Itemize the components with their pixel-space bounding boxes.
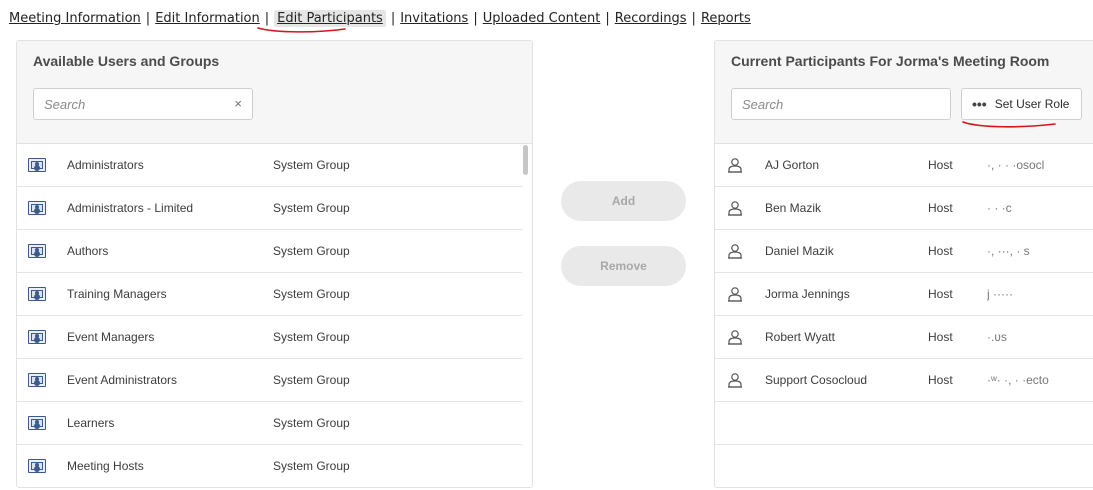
nav-separator: |	[473, 10, 478, 26]
participant-email: ·, · · ·osocl	[987, 158, 1045, 172]
group-type: System Group	[273, 330, 350, 344]
list-item[interactable]: Learners System Group	[17, 402, 522, 445]
participant-role: Host	[928, 244, 953, 258]
nav-separator: |	[145, 10, 151, 26]
available-users-panel: Available Users and Groups × Administrat…	[16, 40, 533, 488]
group-name: Learners	[67, 416, 115, 430]
participant-name: AJ Gorton	[765, 158, 820, 172]
user-icon	[728, 287, 742, 302]
user-icon	[728, 244, 742, 259]
group-type: System Group	[273, 158, 350, 172]
nav-reports[interactable]: Reports	[701, 11, 751, 26]
list-item[interactable]: Event Administrators System Group	[17, 359, 522, 402]
table-row[interactable]: Robert Wyatt Host ·.ʋs	[715, 316, 1093, 359]
available-panel-title: Available Users and Groups	[33, 53, 220, 69]
current-panel-header: Current Participants For Jorma's Meeting…	[715, 41, 1093, 144]
more-dots-icon: •••	[972, 96, 987, 112]
participant-role: Host	[928, 373, 953, 387]
nav-separator: |	[605, 10, 610, 26]
available-search-input[interactable]	[34, 89, 252, 119]
participant-role: Host	[928, 330, 953, 344]
top-nav: Meeting Information | Edit Information |…	[9, 8, 751, 28]
nav-invitations[interactable]: Invitations	[400, 11, 468, 26]
current-participants-panel: Current Participants For Jorma's Meeting…	[714, 40, 1093, 488]
current-participants-list: AJ Gorton Host ·, · · ·osocl Ben Mazik H…	[715, 144, 1093, 445]
group-icon	[28, 244, 46, 258]
group-name: Training Managers	[67, 287, 167, 301]
participant-name: Daniel Mazik	[765, 244, 834, 258]
table-row[interactable]: Daniel Mazik Host ·, ···, · s	[715, 230, 1093, 273]
user-icon	[728, 330, 742, 345]
nav-uploaded-content[interactable]: Uploaded Content	[483, 11, 601, 26]
nav-edit-information[interactable]: Edit Information	[155, 11, 260, 26]
nav-separator: |	[390, 10, 396, 26]
participant-email: · · ·c	[987, 201, 1012, 215]
current-search-input[interactable]	[732, 89, 950, 119]
table-row[interactable]: Ben Mazik Host · · ·c	[715, 187, 1093, 230]
available-search-box: ×	[33, 88, 253, 120]
group-icon	[28, 416, 46, 430]
group-type: System Group	[273, 244, 350, 258]
group-type: System Group	[273, 287, 350, 301]
nav-recordings[interactable]: Recordings	[615, 11, 687, 26]
group-name: Event Administrators	[67, 373, 178, 387]
list-item[interactable]: Administrators - Limited System Group	[17, 187, 522, 230]
add-button[interactable]: Add	[561, 181, 686, 221]
nav-separator: |	[264, 10, 270, 26]
group-type: System Group	[273, 416, 350, 430]
group-icon	[28, 330, 46, 344]
table-row[interactable]: Support Cosocloud Host ·ʷ· ·, · ·ecto	[715, 359, 1093, 402]
group-name: Administrators - Limited	[67, 201, 194, 215]
table-row[interactable]: Jorma Jennings Host j ·····	[715, 273, 1093, 316]
remove-button[interactable]: Remove	[561, 246, 686, 286]
current-panel-title: Current Participants For Jorma's Meeting…	[731, 53, 1050, 69]
table-row[interactable]: AJ Gorton Host ·, · · ·osocl	[715, 144, 1093, 187]
participant-role: Host	[928, 201, 953, 215]
available-panel-header: Available Users and Groups ×	[17, 41, 532, 144]
set-user-role-label: Set User Role	[994, 97, 1070, 111]
group-icon	[28, 287, 46, 301]
group-icon	[28, 373, 46, 387]
participant-name: Support Cosocloud	[765, 373, 868, 387]
user-icon	[728, 201, 742, 216]
list-item[interactable]: Authors System Group	[17, 230, 522, 273]
group-icon	[28, 201, 46, 215]
group-icon	[28, 459, 46, 473]
group-type: System Group	[273, 373, 350, 387]
participant-role: Host	[928, 158, 953, 172]
nav-separator: |	[691, 10, 696, 26]
available-list-scrollbar[interactable]	[523, 145, 528, 175]
participant-email: ·.ʋs	[987, 330, 1007, 344]
user-icon	[728, 158, 742, 173]
table-row-empty	[715, 402, 1093, 445]
group-name: Meeting Hosts	[67, 459, 144, 473]
participant-email: ·ʷ· ·, · ·ecto	[987, 373, 1049, 387]
participant-name: Ben Mazik	[765, 201, 822, 215]
user-icon	[728, 373, 742, 388]
participant-role: Host	[928, 287, 953, 301]
group-type: System Group	[273, 459, 350, 473]
available-list: Administrators System Group Administrator…	[17, 144, 522, 487]
group-name: Administrators	[67, 158, 144, 172]
group-type: System Group	[273, 201, 350, 215]
group-name: Authors	[67, 244, 109, 258]
participant-email: ·, ···, · s	[987, 244, 1030, 258]
participant-name: Jorma Jennings	[765, 287, 850, 301]
nav-edit-participants[interactable]: Edit Participants	[274, 9, 386, 27]
nav-meeting-information[interactable]: Meeting Information	[9, 11, 141, 26]
participant-name: Robert Wyatt	[765, 330, 835, 344]
group-icon	[28, 158, 46, 172]
list-item[interactable]: Training Managers System Group	[17, 273, 522, 316]
current-search-box	[731, 88, 951, 120]
clear-search-icon[interactable]: ×	[234, 96, 242, 111]
list-item[interactable]: Administrators System Group	[17, 144, 522, 187]
participant-email: j ·····	[987, 287, 1013, 301]
list-item[interactable]: Event Managers System Group	[17, 316, 522, 359]
group-name: Event Managers	[67, 330, 155, 344]
set-user-role-button[interactable]: ••• Set User Role	[961, 88, 1083, 120]
list-item[interactable]: Meeting Hosts System Group	[17, 445, 522, 487]
